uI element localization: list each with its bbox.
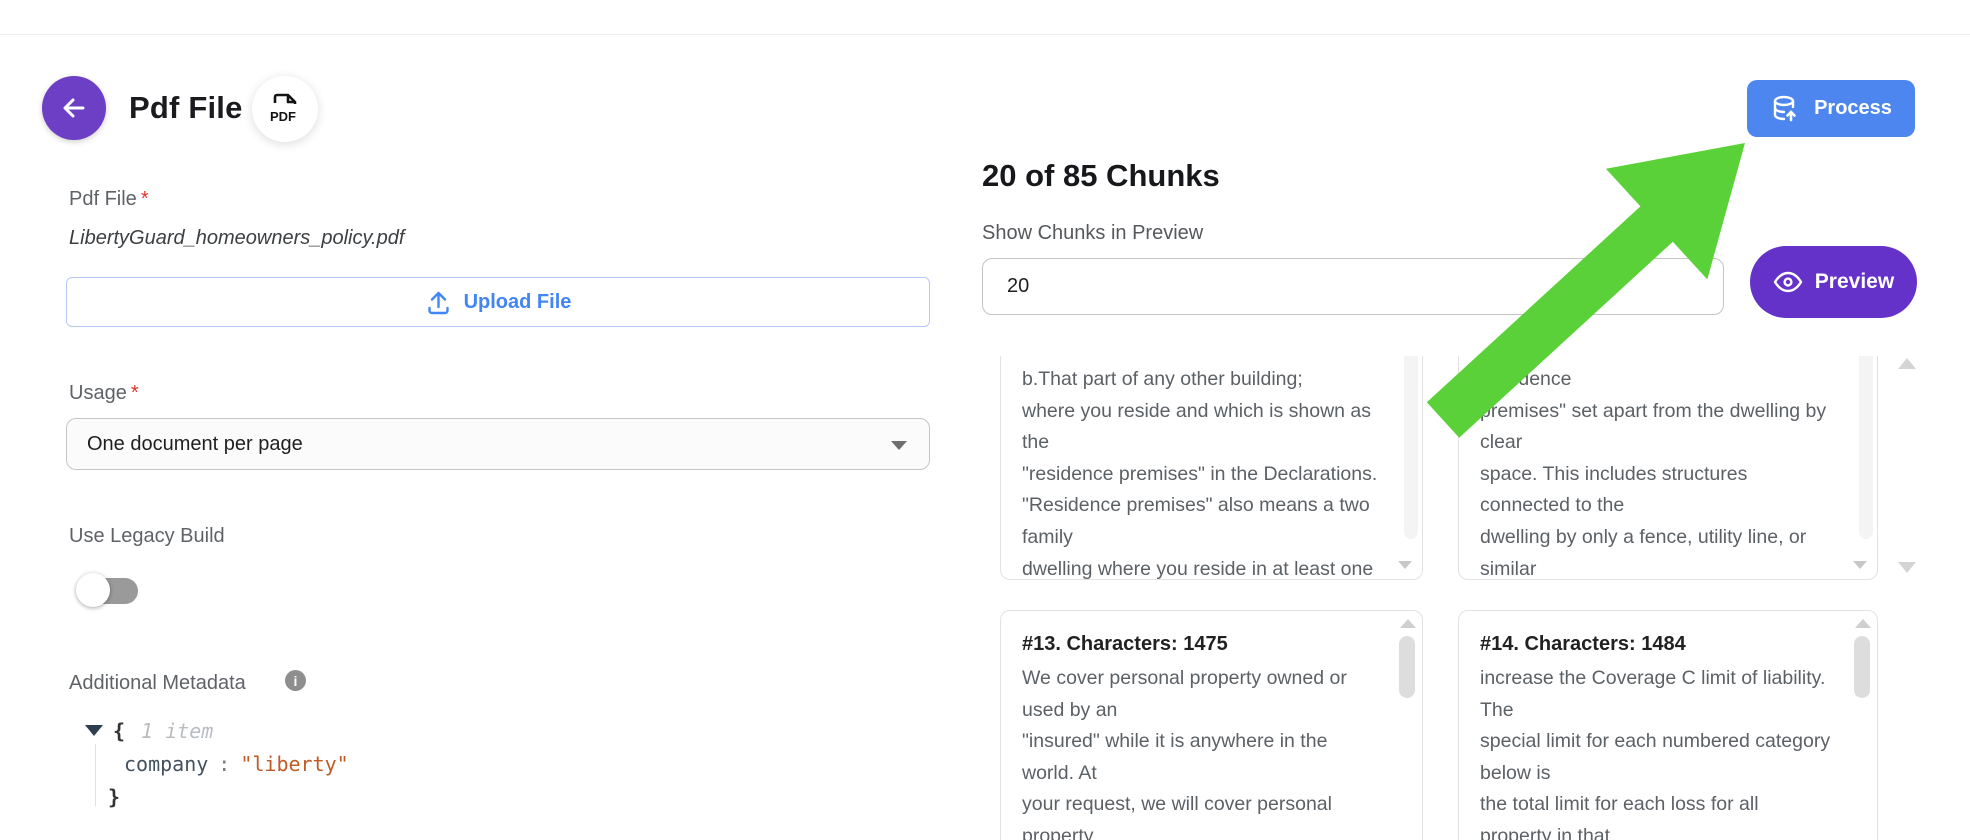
- chunk-text-line: property: [1022, 821, 1422, 840]
- card-scrollbar[interactable]: [1859, 356, 1873, 539]
- chunks-count-input[interactable]: [982, 258, 1724, 315]
- chunk-text-line: premises" set apart from the dwelling by: [1480, 396, 1877, 428]
- json-close-line: }: [69, 780, 349, 813]
- upload-file-button[interactable]: Upload File: [66, 277, 930, 327]
- pdf-file-label: Pdf File*: [69, 188, 149, 211]
- process-button[interactable]: Process: [1747, 80, 1915, 137]
- scroll-down-icon[interactable]: [1398, 561, 1412, 569]
- required-asterisk: *: [131, 382, 139, 404]
- chunk-text-line: space. This includes structures: [1480, 459, 1877, 491]
- collapse-triangle-icon[interactable]: [85, 725, 103, 736]
- process-button-label: Process: [1814, 97, 1892, 120]
- usage-selected-value: One document per page: [87, 433, 303, 456]
- page-title: Pdf File: [129, 90, 243, 126]
- scroll-up-icon[interactable]: [1898, 358, 1916, 369]
- chunk-text-line: similar: [1480, 554, 1877, 580]
- pdf-file-page: Pdf File PDF Process Pdf File* LibertyGu…: [0, 0, 1970, 840]
- preview-button-label: Preview: [1815, 270, 1894, 294]
- upload-icon: [425, 289, 452, 316]
- chunk-text-line: increase the Coverage C limit of liabili…: [1480, 663, 1877, 695]
- preview-button[interactable]: Preview: [1750, 246, 1917, 318]
- pdf-document-icon: PDF: [266, 89, 304, 129]
- database-upload-icon: [1770, 93, 1802, 125]
- chunk-card[interactable]: b.That part of any other building; where…: [1000, 356, 1423, 580]
- chunk-text-line: "residence: [1480, 364, 1877, 396]
- uploaded-filename: LibertyGuard_homeowners_policy.pdf: [69, 227, 404, 250]
- scroll-down-icon[interactable]: [1898, 562, 1916, 573]
- card-scrollbar[interactable]: [1404, 356, 1418, 539]
- chunk-text-line: "insured" while it is anywhere in the: [1022, 726, 1422, 758]
- scrollbar-thumb[interactable]: [1854, 636, 1870, 698]
- chunk-grid-row-2: #13. Characters: 1475 We cover personal …: [1000, 610, 1878, 840]
- json-colon: :: [218, 752, 230, 776]
- chunk-text-line: where you reside and which is shown as: [1022, 396, 1422, 428]
- scrollbar-thumb[interactable]: [1399, 636, 1415, 698]
- header-divider: [0, 34, 1970, 35]
- pdf-file-type-badge: PDF: [252, 76, 318, 142]
- chunk-card[interactable]: "residence premises" set apart from the …: [1458, 356, 1878, 580]
- chunk-text-line: property in that: [1480, 821, 1877, 840]
- chunk-text-line: clear: [1480, 427, 1877, 459]
- json-key: company: [124, 752, 208, 776]
- chunk-text-line: the: [1022, 427, 1422, 459]
- card-scrollbar[interactable]: [1854, 619, 1872, 829]
- back-arrow-icon: [57, 91, 91, 125]
- scroll-up-icon[interactable]: [1855, 619, 1871, 628]
- scroll-up-icon[interactable]: [1400, 619, 1416, 628]
- chevron-down-icon: [891, 441, 907, 450]
- json-value: "liberty": [240, 752, 348, 776]
- json-root-line: { 1 item: [69, 714, 349, 747]
- chunk-text-line: The: [1480, 695, 1877, 727]
- metadata-json-editor: { 1 item company : "liberty" }: [69, 714, 349, 813]
- chunk-card[interactable]: #13. Characters: 1475 We cover personal …: [1000, 610, 1423, 840]
- back-button[interactable]: [42, 76, 106, 140]
- info-icon[interactable]: [285, 670, 306, 691]
- card-scrollbar[interactable]: [1399, 619, 1417, 829]
- chunk-text-line: connected to the: [1480, 490, 1877, 522]
- legacy-build-label: Use Legacy Build: [69, 525, 225, 548]
- chunks-count-heading: 20 of 85 Chunks: [982, 158, 1220, 194]
- chunk-text-line: dwelling where you reside in at least on…: [1022, 554, 1422, 580]
- chunk-text-line: "residence premises" in the Declarations…: [1022, 459, 1422, 491]
- scroll-down-icon[interactable]: [1853, 561, 1867, 569]
- json-entry[interactable]: company : "liberty": [69, 747, 349, 780]
- toggle-knob: [76, 573, 110, 607]
- json-open-brace: {: [113, 719, 125, 743]
- show-chunks-label: Show Chunks in Preview: [982, 222, 1203, 245]
- chunk-text-line: world. At: [1022, 758, 1422, 790]
- chunk-text-line: below is: [1480, 758, 1877, 790]
- chunk-card[interactable]: #14. Characters: 1484 increase the Cover…: [1458, 610, 1878, 840]
- chunk-text-line: We cover personal property owned or: [1022, 663, 1422, 695]
- usage-label: Usage*: [69, 382, 139, 405]
- chunk-grid-row-1: b.That part of any other building; where…: [1000, 356, 1878, 580]
- usage-select[interactable]: One document per page: [66, 418, 930, 470]
- chunk-text-line: your request, we will cover personal: [1022, 789, 1422, 821]
- required-asterisk: *: [141, 188, 149, 210]
- json-items-hint: 1 item: [141, 719, 213, 743]
- chunk-text-line: b.That part of any other building;: [1022, 364, 1422, 396]
- legacy-build-toggle[interactable]: [76, 571, 140, 609]
- chunk-text-line: the total limit for each loss for all: [1480, 789, 1877, 821]
- svg-text:PDF: PDF: [270, 109, 296, 124]
- chunk-text-line: "Residence premises" also means a two: [1022, 490, 1422, 522]
- eye-icon: [1773, 271, 1803, 293]
- chunk-card-title: #13. Characters: 1475: [1001, 611, 1422, 656]
- json-tree-guide-line: [95, 744, 96, 806]
- chunk-card-title: #14. Characters: 1484: [1459, 611, 1877, 656]
- chunk-text-line: dwelling by only a fence, utility line, …: [1480, 522, 1877, 554]
- chunk-text-line: used by an: [1022, 695, 1422, 727]
- chunk-text-line: family: [1022, 522, 1422, 554]
- chunk-text-line: special limit for each numbered category: [1480, 726, 1877, 758]
- json-close-brace: }: [108, 785, 120, 809]
- upload-button-label: Upload File: [464, 291, 572, 314]
- additional-metadata-label: Additional Metadata: [69, 672, 246, 695]
